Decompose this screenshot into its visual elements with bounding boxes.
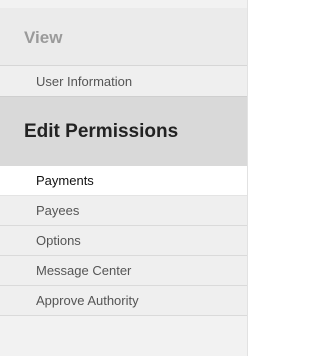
- nav-item-label: Payments: [36, 173, 94, 188]
- nav-item-label: Payees: [36, 203, 80, 218]
- nav-item-label: Options: [36, 233, 81, 248]
- nav-item-user-information[interactable]: User Information: [0, 66, 247, 97]
- nav-item-label: Message Center: [36, 263, 132, 278]
- nav-item-label: Approve Authority: [36, 293, 139, 308]
- nav-item-payments[interactable]: Payments: [0, 166, 247, 196]
- section-heading-edit-permissions: Edit Permissions: [0, 97, 247, 166]
- nav-item-payees[interactable]: Payees: [0, 196, 247, 226]
- nav-item-label: User Information: [36, 73, 133, 89]
- nav-item-approve-authority[interactable]: Approve Authority: [0, 286, 247, 316]
- nav-item-message-center[interactable]: Message Center: [0, 256, 247, 286]
- nav-item-options[interactable]: Options: [0, 226, 247, 256]
- section-heading-view: View: [0, 8, 247, 66]
- side-navigation: View User Information Edit Permissions P…: [0, 0, 248, 356]
- nav-top-spacer: [0, 0, 247, 8]
